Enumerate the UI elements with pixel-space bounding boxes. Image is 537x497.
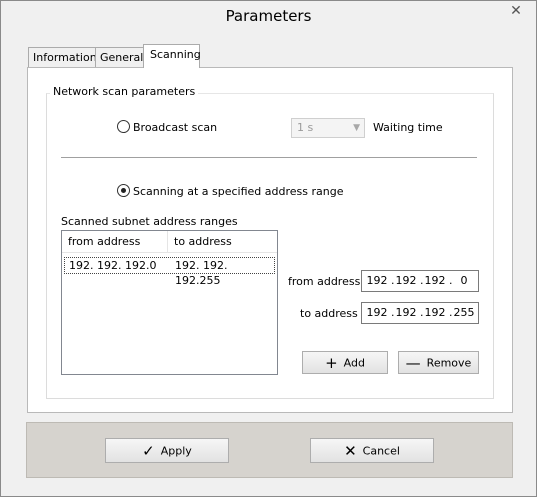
from-address-field[interactable]: 192 . 192 . 192 . 0 <box>361 270 479 292</box>
from-octet-2: 192 <box>395 274 417 287</box>
broadcast-scan-radio[interactable] <box>117 120 130 133</box>
add-button[interactable]: + Add <box>302 351 388 374</box>
parameters-window: Parameters ✕ Information General Scannin… <box>0 0 537 497</box>
waiting-time-select[interactable]: 1 s ▼ <box>291 118 365 138</box>
dialog-button-panel: ✓ Apply ✕ Cancel <box>26 422 513 478</box>
from-octet-4: 0 <box>460 274 468 287</box>
cancel-button-label: Cancel <box>362 444 400 458</box>
to-octet-4: 255 <box>453 306 475 319</box>
remove-button[interactable]: — Remove <box>398 351 479 374</box>
remove-button-label: Remove <box>426 356 472 370</box>
x-icon: ✕ <box>344 441 357 460</box>
add-button-label: Add <box>343 356 365 370</box>
group-label: Network scan parameters <box>50 85 199 98</box>
list-header: from address to address <box>62 231 277 253</box>
tab-scanning[interactable]: Scanning <box>143 44 201 68</box>
tab-scanning-label: Scanning <box>150 48 201 61</box>
column-header-from[interactable]: from address <box>62 231 168 253</box>
title-bar: Parameters ✕ <box>1 1 536 32</box>
broadcast-scan-label: Broadcast scan <box>133 121 218 134</box>
to-address-field[interactable]: 192 . 192 . 192 . 255 <box>361 302 479 324</box>
subnet-ranges-label: Scanned subnet address ranges <box>61 215 238 228</box>
row-from-address: 192. 192. 192.0 <box>69 259 157 272</box>
to-octet-2: 192 <box>395 306 417 319</box>
separator <box>61 157 477 159</box>
waiting-time-value: 1 s <box>297 121 314 134</box>
list-item[interactable]: 192. 192. 192.0 192. 192. 192.255 <box>64 257 275 287</box>
tab-general-label: General <box>100 51 144 64</box>
plus-icon: + <box>325 353 338 372</box>
from-octet-1: 192 <box>366 274 388 287</box>
to-address-label: to address <box>300 307 358 320</box>
tab-information[interactable]: Information <box>28 47 102 68</box>
to-octet-1: 192 <box>366 306 388 319</box>
range-scan-radio[interactable] <box>117 184 130 197</box>
subnet-ranges-list[interactable]: from address to address 192. 192. 192.0 … <box>61 230 278 375</box>
column-header-to[interactable]: to address <box>168 231 277 253</box>
minus-icon: — <box>405 353 421 372</box>
apply-button-label: Apply <box>160 444 192 458</box>
checkmark-icon: ✓ <box>142 441 155 460</box>
chevron-down-icon: ▼ <box>353 123 360 133</box>
from-octet-3: 192 <box>424 274 446 287</box>
window-title: Parameters <box>225 7 312 25</box>
close-button[interactable]: ✕ <box>506 1 526 21</box>
waiting-time-label: Waiting time <box>373 121 443 134</box>
apply-button[interactable]: ✓ Apply <box>105 438 229 463</box>
from-address-label: from address <box>288 275 361 288</box>
close-icon: ✕ <box>510 3 522 19</box>
scanning-tab-panel: Network scan parameters Broadcast scan 1… <box>27 67 513 413</box>
range-scan-label: Scanning at a specified address range <box>133 185 344 198</box>
cancel-button[interactable]: ✕ Cancel <box>310 438 434 463</box>
to-octet-3: 192 <box>424 306 446 319</box>
tab-information-label: Information <box>33 51 97 64</box>
tab-general[interactable]: General <box>95 47 149 68</box>
row-to-address: 192. 192. 192.255 <box>175 259 228 287</box>
